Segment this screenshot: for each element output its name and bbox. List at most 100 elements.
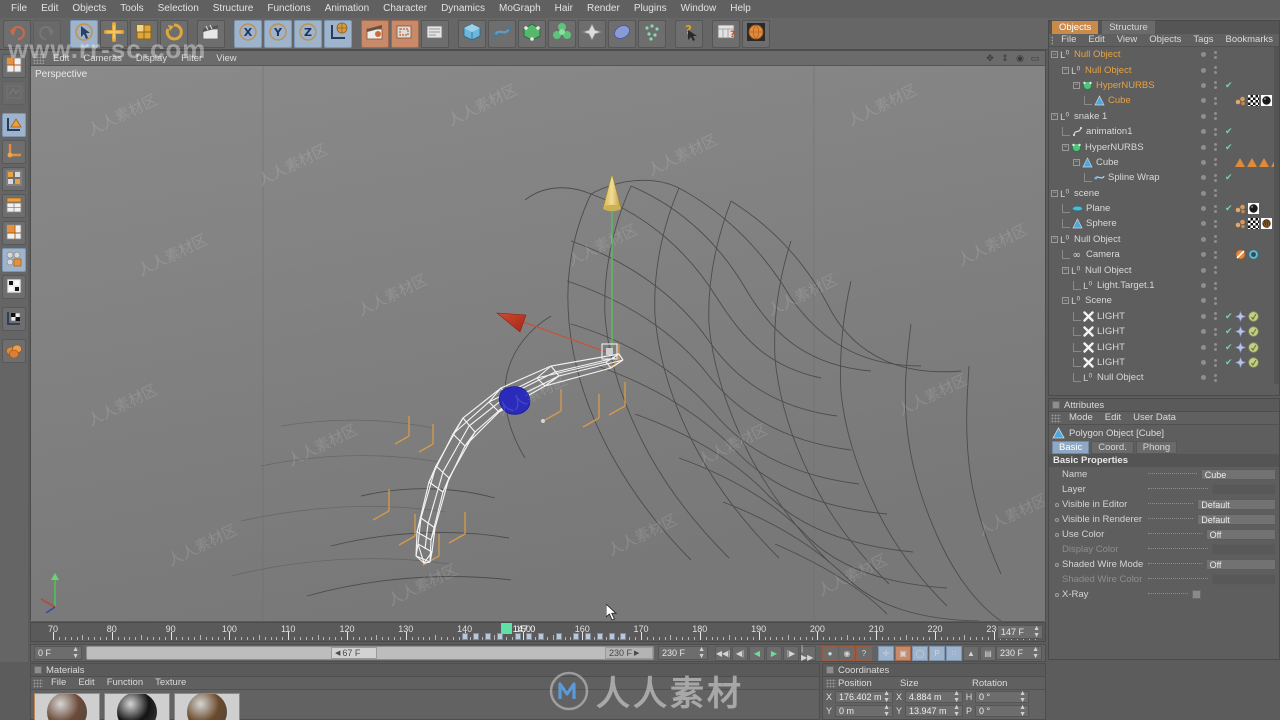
menu-plugins[interactable]: Plugins [627, 1, 674, 17]
editor-visibility-dot[interactable] [1214, 312, 1217, 316]
light-blue-tag-icon[interactable] [1234, 325, 1247, 338]
property-value-field[interactable]: Default [1197, 514, 1276, 525]
editor-render-dots[interactable] [1214, 219, 1217, 228]
workplane-button[interactable] [2, 307, 26, 331]
content-browser-button[interactable]: ? [712, 19, 740, 48]
visibility-dots[interactable] [1201, 81, 1217, 90]
viewport-menu-cameras[interactable]: Cameras [76, 52, 129, 65]
editor-render-dots[interactable] [1214, 204, 1217, 213]
menu-mograph[interactable]: MoGraph [492, 1, 548, 17]
deformer-tag-icon[interactable] [1247, 157, 1257, 167]
spinner-icon[interactable]: ▲ ▼ [883, 704, 890, 718]
expand-collapse-toggle[interactable]: − [1073, 158, 1080, 166]
go-to-start-button[interactable]: ◀◀| [715, 645, 731, 661]
visibility-dots[interactable] [1201, 266, 1217, 275]
primitive-cube-button[interactable] [458, 19, 486, 48]
visibility-dot[interactable] [1201, 360, 1206, 365]
menu-functions[interactable]: Functions [260, 1, 317, 17]
rotation-value-field[interactable]: 0 ° ▲ ▼ [975, 690, 1029, 704]
menu-window[interactable]: Window [674, 1, 724, 17]
render-visibility-dot[interactable] [1214, 178, 1217, 182]
object-row[interactable]: − L 0 Null Object [1049, 232, 1279, 247]
timeline-ruler[interactable]: 70 80 90 100 110 120 130 140 150 160 170 180 190 200 2… [30, 622, 1046, 642]
uv-polygon-mode-button[interactable] [2, 248, 26, 272]
position-value-field[interactable]: 176.402 m ▲ ▼ [835, 690, 893, 704]
timeline-keyframe[interactable] [461, 633, 468, 640]
object-row[interactable]: Plane ✔ [1049, 201, 1279, 216]
deformer-tag-icon[interactable] [1259, 157, 1269, 167]
orbit-icon[interactable]: ◉ [1014, 52, 1026, 64]
visibility-dots[interactable] [1201, 173, 1217, 182]
animate-bullet[interactable] [1055, 592, 1059, 597]
timeline-keyframe[interactable] [585, 633, 592, 640]
live-selection-tool[interactable] [70, 19, 98, 48]
model-mode-button[interactable] [2, 113, 26, 137]
object-row[interactable]: − L 0 Scene [1049, 293, 1279, 308]
editor-visibility-dot[interactable] [1214, 189, 1217, 193]
enabled-check-icon[interactable]: ✔ [1225, 342, 1233, 353]
editor-visibility-dot[interactable] [1214, 50, 1217, 54]
next-key-button[interactable]: |▶ [783, 645, 799, 661]
menu-dynamics[interactable]: Dynamics [434, 1, 492, 17]
editor-visibility-dot[interactable] [1214, 158, 1217, 162]
pan-icon[interactable]: ✥ [984, 52, 996, 64]
nurbs-button[interactable] [518, 19, 546, 48]
object-row[interactable]: − L 0 scene [1049, 186, 1279, 201]
material-black[interactable] [104, 693, 170, 720]
menu-structure[interactable]: Structure [206, 1, 261, 17]
visibility-dot[interactable] [1201, 129, 1206, 135]
z-axis-lock[interactable]: Z [294, 19, 322, 48]
uv-tag-icon[interactable] [1235, 218, 1246, 229]
materials-menu-file[interactable]: File [45, 677, 72, 689]
enabled-check-icon[interactable]: ✔ [1225, 80, 1233, 91]
size-value-field[interactable]: 13.947 m ▲ ▼ [905, 704, 963, 718]
render-visibility-dot[interactable] [1214, 240, 1217, 244]
menu-render[interactable]: Render [580, 1, 627, 17]
spinner-icon[interactable]: ▲ ▼ [72, 646, 79, 660]
object-row[interactable]: − Cube [1049, 155, 1279, 170]
menu-edit[interactable]: Edit [34, 1, 65, 17]
timeline-current-frame-field[interactable]: 147 F ▲ ▼ [997, 625, 1043, 639]
object-manager-menu-tags[interactable]: Tags [1187, 34, 1219, 46]
end-frame-field[interactable]: 230 F ▲ ▼ [658, 646, 708, 660]
render-visibility-dot[interactable] [1214, 363, 1217, 367]
object-manager-scrollbar[interactable] [1274, 47, 1279, 384]
materials-menu-texture[interactable]: Texture [149, 677, 192, 689]
visibility-dots[interactable] [1201, 250, 1217, 259]
enabled-check-icon[interactable]: ✔ [1225, 203, 1233, 214]
timeline-keyframe[interactable] [526, 633, 533, 640]
uv-checker-tag-icon[interactable] [1248, 218, 1259, 230]
editor-render-dots[interactable] [1214, 96, 1217, 105]
object-manager-menu-view[interactable]: View [1111, 34, 1143, 46]
editor-visibility-dot[interactable] [1214, 219, 1217, 223]
timeline-end-field[interactable]: 230 F ▲ ▼ [996, 646, 1042, 660]
light-green-tag-icon[interactable] [1248, 311, 1259, 322]
render-visibility-dot[interactable] [1214, 117, 1217, 121]
scale-tool[interactable] [130, 19, 158, 48]
object-row[interactable]: L 0 Light.Target.1 [1049, 278, 1279, 293]
timeline-keyframe[interactable] [485, 633, 492, 640]
timeline-keyframe[interactable] [620, 633, 627, 640]
editor-render-dots[interactable] [1214, 312, 1217, 321]
viewport-menu-edit[interactable]: Edit [46, 52, 76, 65]
editor-visibility-dot[interactable] [1214, 250, 1217, 254]
render-region[interactable] [391, 19, 419, 48]
object-row[interactable]: − L 0 snake 1 [1049, 109, 1279, 124]
visibility-dots[interactable] [1201, 358, 1217, 367]
point-level-animation-button[interactable]: ⁙ [946, 645, 962, 661]
render-visibility-dot[interactable] [1214, 348, 1217, 352]
object-manager-menu-grip[interactable] [1051, 35, 1054, 45]
visibility-dot[interactable] [1201, 221, 1206, 227]
material-brown-skin[interactable] [34, 693, 100, 720]
editor-render-dots[interactable] [1214, 66, 1217, 75]
visibility-dots[interactable] [1201, 158, 1217, 167]
editor-visibility-dot[interactable] [1214, 112, 1217, 116]
render-visibility-dot[interactable] [1214, 132, 1217, 136]
expand-collapse-toggle[interactable]: − [1051, 112, 1058, 120]
position-value-field[interactable]: 0 m ▲ ▼ [835, 704, 893, 718]
uv-tag-icon[interactable] [1235, 95, 1246, 106]
property-value-field[interactable] [1211, 484, 1276, 495]
enabled-check-icon[interactable]: ✔ [1225, 126, 1233, 137]
visibility-dots[interactable] [1201, 235, 1217, 244]
render-visibility-dot[interactable] [1214, 271, 1217, 275]
